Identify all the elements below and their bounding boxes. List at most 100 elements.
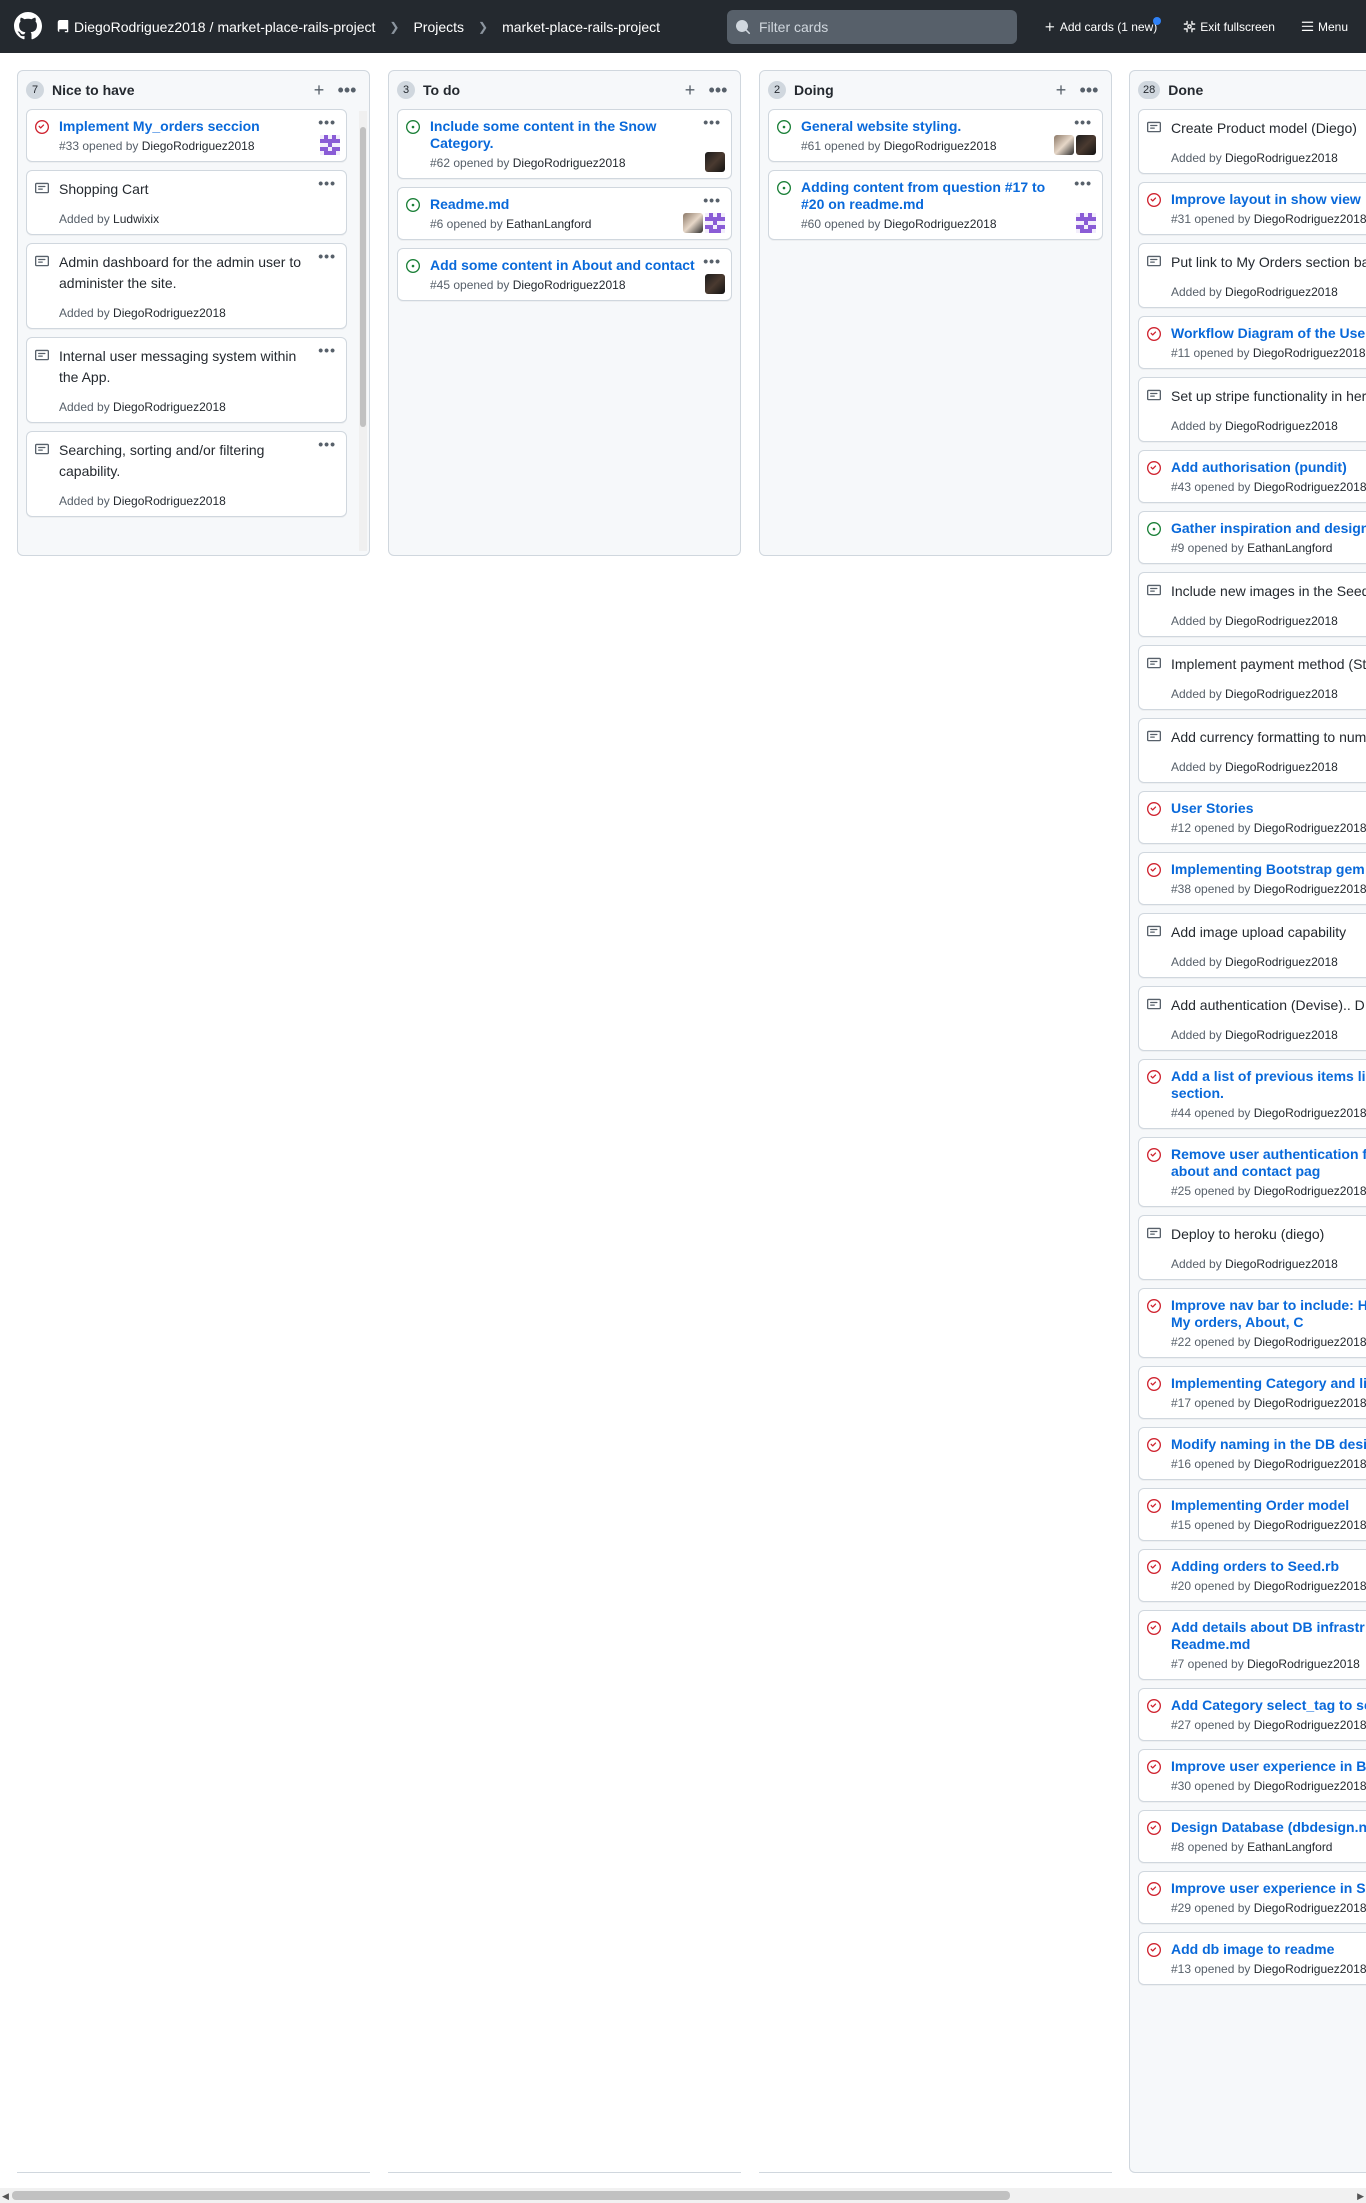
note-card[interactable]: Add image upload capability Added by Dieg…	[1138, 913, 1366, 978]
note-card[interactable]: Include new images in the Seed Added by D…	[1138, 572, 1366, 637]
note-card[interactable]: Deploy to heroku (diego) Added by DiegoRo…	[1138, 1215, 1366, 1280]
issue-card[interactable]: Add Category select_tag to se #27 opened …	[1138, 1688, 1366, 1741]
avatar[interactable]	[705, 274, 725, 294]
note-card[interactable]: Set up stripe functionality in her Added …	[1138, 377, 1366, 442]
issue-card[interactable]: Remove user authentication f home, about…	[1138, 1137, 1366, 1207]
card-title[interactable]: Improve user experience in B	[1171, 1758, 1366, 1775]
card-title[interactable]: Remove user authentication f home, about…	[1171, 1146, 1366, 1180]
note-card[interactable]: Create Product model (Diego) Added by Die…	[1138, 109, 1366, 174]
add-cards-button[interactable]: Add cards (1 new)	[1044, 16, 1162, 34]
card-author-link[interactable]: DiegoRodriguez2018	[513, 278, 626, 292]
card-author-link[interactable]: DiegoRodriguez2018	[113, 494, 226, 508]
menu-button[interactable]: Menu	[1301, 20, 1348, 34]
card-title[interactable]: Implement My_orders seccion	[59, 118, 310, 135]
issue-card[interactable]: Implementing Category and li to Product #…	[1138, 1366, 1366, 1419]
card-title[interactable]: Add Category select_tag to se	[1171, 1697, 1366, 1714]
card-kebab-icon[interactable]: •••	[318, 342, 336, 358]
exit-fullscreen-button[interactable]: Exit fullscreen	[1183, 20, 1275, 34]
note-card[interactable]: Internal user messaging system within th…	[26, 337, 347, 423]
issue-card[interactable]: Design Database (dbdesign.n #8 opened by …	[1138, 1810, 1366, 1863]
github-logo-icon[interactable]	[14, 12, 42, 40]
card-author-link[interactable]: DiegoRodriguez2018	[1254, 1518, 1366, 1532]
card-author-link[interactable]: EathanLangford	[1247, 541, 1332, 555]
card-author-link[interactable]: DiegoRodriguez2018	[1254, 1901, 1366, 1915]
note-card[interactable]: Shopping Cart Added by Ludwixix •••	[26, 170, 347, 235]
card-author-link[interactable]: DiegoRodriguez2018	[1254, 1106, 1366, 1120]
card-author-link[interactable]: DiegoRodriguez2018	[1225, 955, 1338, 969]
card-kebab-icon[interactable]: •••	[318, 114, 336, 130]
card-author-link[interactable]: DiegoRodriguez2018	[142, 139, 255, 153]
card-author-link[interactable]: DiegoRodriguez2018	[1254, 1457, 1366, 1471]
card-author-link[interactable]: DiegoRodriguez2018	[1254, 821, 1366, 835]
card-title[interactable]: Add some content in About and contact	[430, 257, 695, 274]
issue-card[interactable]: Add details about DB infrastr to Readme.…	[1138, 1610, 1366, 1680]
card-title[interactable]: Modify naming in the DB desi	[1171, 1436, 1366, 1453]
card-author-link[interactable]: DiegoRodriguez2018	[1254, 1396, 1366, 1410]
avatar[interactable]	[1076, 213, 1096, 233]
card-author-link[interactable]: DiegoRodriguez2018	[113, 306, 226, 320]
issue-card[interactable]: General website styling. #61 opened by Di…	[768, 109, 1103, 162]
card-title[interactable]: Add details about DB infrastr to Readme.…	[1171, 1619, 1366, 1653]
note-card[interactable]: Implement payment method (St Added by Die…	[1138, 645, 1366, 710]
issue-card[interactable]: Add db image to readme #13 opened by Dieg…	[1138, 1932, 1366, 1985]
filter-cards-input[interactable]	[759, 19, 999, 35]
avatar[interactable]	[705, 152, 725, 172]
avatar[interactable]	[705, 213, 725, 233]
add-card-plus-icon[interactable]: +	[305, 76, 333, 104]
issue-card[interactable]: Improve layout in show view #31 opened by…	[1138, 182, 1366, 235]
issue-card[interactable]: Add a list of previous items li sale in …	[1138, 1059, 1366, 1129]
card-title[interactable]: Design Database (dbdesign.n	[1171, 1819, 1366, 1836]
card-author-link[interactable]: DiegoRodriguez2018	[884, 139, 997, 153]
card-author-link[interactable]: EathanLangford	[1247, 1840, 1332, 1854]
scroll-right-arrow-icon[interactable]: ▶	[1357, 2191, 1364, 2202]
card-title[interactable]: Implementing Category and li to Product	[1171, 1375, 1366, 1392]
card-author-link[interactable]: DiegoRodriguez2018	[1225, 760, 1338, 774]
card-kebab-icon[interactable]: •••	[318, 248, 336, 264]
card-author-link[interactable]: DiegoRodriguez2018	[1254, 1579, 1366, 1593]
card-kebab-icon[interactable]: •••	[703, 192, 721, 208]
add-card-plus-icon[interactable]: +	[1047, 76, 1075, 104]
card-title[interactable]: Improve user experience in S	[1171, 1880, 1366, 1897]
repo-name-link[interactable]: market-place-rails-project	[217, 19, 375, 35]
issue-card[interactable]: Improve user experience in B #30 opened b…	[1138, 1749, 1366, 1802]
issue-card[interactable]: Adding content from question #17 to #20 …	[768, 170, 1103, 240]
issue-card[interactable]: User Stories #12 opened by DiegoRodriguez…	[1138, 791, 1366, 844]
avatar[interactable]	[1054, 135, 1074, 155]
card-author-link[interactable]: DiegoRodriguez2018	[1225, 151, 1338, 165]
column-kebab-icon[interactable]: •••	[704, 76, 732, 104]
card-author-link[interactable]: DiegoRodriguez2018	[1225, 687, 1338, 701]
card-author-link[interactable]: DiegoRodriguez2018	[1254, 1335, 1366, 1349]
card-author-link[interactable]: DiegoRodriguez2018	[1254, 212, 1366, 226]
card-kebab-icon[interactable]: •••	[1074, 175, 1092, 191]
issue-card[interactable]: Add authorisation (pundit) #43 opened by …	[1138, 450, 1366, 503]
card-title[interactable]: Adding content from question #17 to #20 …	[801, 179, 1066, 213]
card-title[interactable]: Gather inspiration and design	[1171, 520, 1366, 537]
card-author-link[interactable]: DiegoRodriguez2018	[1225, 1257, 1338, 1271]
card-author-link[interactable]: DiegoRodriguez2018	[1253, 346, 1366, 360]
avatar[interactable]	[1076, 135, 1096, 155]
avatar[interactable]	[683, 213, 703, 233]
card-author-link[interactable]: DiegoRodriguez2018	[1225, 285, 1338, 299]
card-author-link[interactable]: EathanLangford	[506, 217, 591, 231]
projects-link[interactable]: Projects	[413, 19, 464, 35]
card-author-link[interactable]: DiegoRodriguez2018	[1225, 614, 1338, 628]
card-author-link[interactable]: DiegoRodriguez2018	[113, 400, 226, 414]
issue-card[interactable]: Improve nav bar to include: H Sell, Buy,…	[1138, 1288, 1366, 1358]
issue-card[interactable]: Improve user experience in S #29 opened b…	[1138, 1871, 1366, 1924]
note-card[interactable]: Put link to My Orders section ba bar. lo…	[1138, 243, 1366, 308]
card-title[interactable]: Readme.md	[430, 196, 695, 213]
card-kebab-icon[interactable]: •••	[703, 253, 721, 269]
card-title[interactable]: Add a list of previous items li sale in …	[1171, 1068, 1366, 1102]
issue-card[interactable]: Add some content in About and contact #45…	[397, 248, 732, 301]
note-card[interactable]: Add currency formatting to num Added by D…	[1138, 718, 1366, 783]
project-name[interactable]: market-place-rails-project	[502, 19, 660, 35]
issue-card[interactable]: Workflow Diagram of the User Journey #11 …	[1138, 316, 1366, 369]
column-kebab-icon[interactable]: •••	[1075, 76, 1103, 104]
card-author-link[interactable]: DiegoRodriguez2018	[1254, 1962, 1366, 1976]
column-scrollbar[interactable]	[359, 111, 367, 551]
column-kebab-icon[interactable]: •••	[333, 76, 361, 104]
issue-card[interactable]: Implementing Bootstrap gem #38 opened by …	[1138, 852, 1366, 905]
scroll-left-arrow-icon[interactable]: ◀	[2, 2191, 9, 2202]
card-author-link[interactable]: DiegoRodriguez2018	[1254, 1779, 1366, 1793]
issue-card[interactable]: Gather inspiration and design #9 opened b…	[1138, 511, 1366, 564]
